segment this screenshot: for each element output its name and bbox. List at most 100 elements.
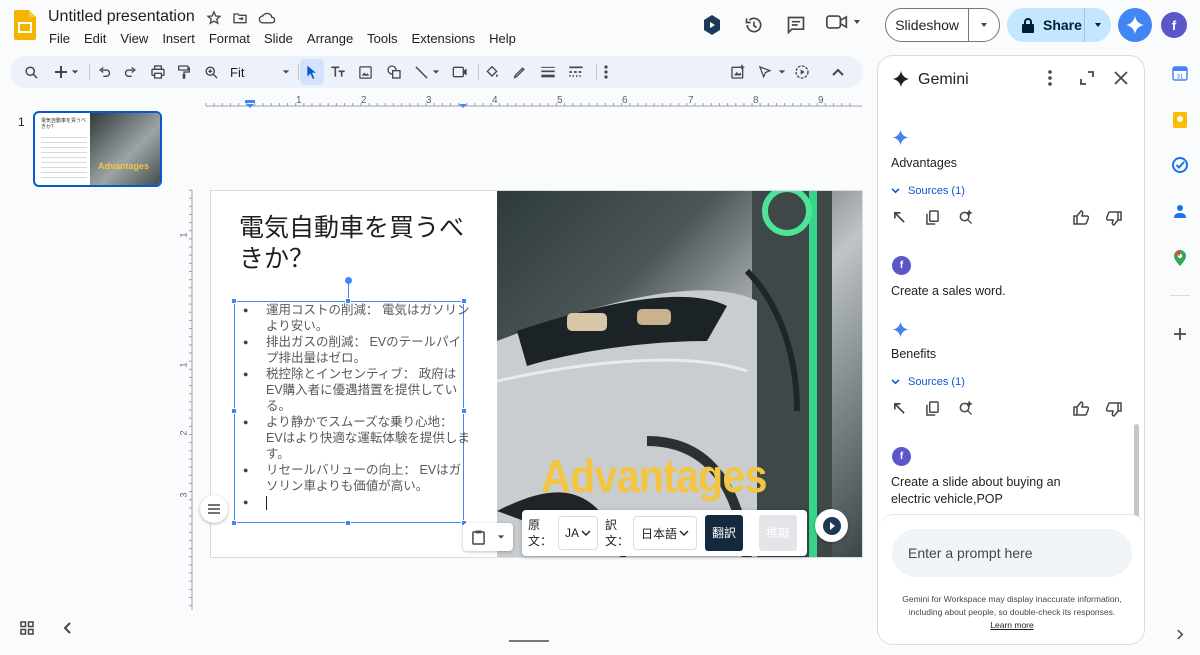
addon-hexagon-icon[interactable] bbox=[694, 7, 730, 43]
shape-icon[interactable] bbox=[386, 56, 402, 88]
slideshow-label[interactable]: Slideshow bbox=[886, 9, 970, 41]
panel-more-icon[interactable] bbox=[1048, 70, 1052, 86]
paste-options[interactable] bbox=[463, 523, 513, 551]
line-icon[interactable] bbox=[414, 56, 429, 88]
rotate-handle[interactable] bbox=[345, 277, 352, 284]
copy-icon[interactable] bbox=[926, 401, 939, 416]
gemini-sparkle-button[interactable] bbox=[1118, 8, 1152, 42]
resize-handle[interactable] bbox=[231, 298, 237, 304]
translate-addon-icon[interactable] bbox=[815, 509, 848, 542]
search-menus-icon[interactable] bbox=[24, 56, 39, 88]
resize-handle[interactable] bbox=[231, 408, 237, 414]
bullet-item[interactable]: 運用コストの削減： 電気はガソリンより安い。 bbox=[241, 302, 471, 334]
history-icon[interactable] bbox=[736, 7, 772, 43]
pointer-chevron-icon[interactable] bbox=[778, 56, 786, 88]
collapse-filmstrip-chevron-icon[interactable] bbox=[63, 622, 71, 634]
paste-chevron-icon[interactable] bbox=[493, 533, 509, 541]
learn-more-link[interactable]: Learn more bbox=[990, 620, 1033, 630]
share-chevron-icon[interactable] bbox=[1084, 8, 1103, 42]
source-language-select[interactable]: JA bbox=[558, 516, 598, 550]
refine-search-icon[interactable] bbox=[958, 210, 973, 225]
resize-handle[interactable] bbox=[345, 520, 351, 526]
slide-thumbnail-1[interactable]: 電気自動車を買うべきか？ Advantages bbox=[33, 111, 162, 187]
menu-slide[interactable]: Slide bbox=[257, 31, 300, 46]
keep-icon[interactable] bbox=[1172, 111, 1188, 129]
calendar-icon[interactable]: 31 bbox=[1172, 65, 1188, 81]
menu-edit[interactable]: Edit bbox=[77, 31, 113, 46]
bullet-item[interactable]: より静かでスムーズな乗り心地： EVはより快適な運転体験を提供します。 bbox=[241, 414, 471, 462]
resize-handle[interactable] bbox=[231, 520, 237, 526]
expand-panel-icon[interactable] bbox=[1080, 71, 1094, 85]
grid-view-icon[interactable] bbox=[20, 621, 34, 635]
maps-icon[interactable] bbox=[1173, 249, 1187, 267]
add-addon-plus-icon[interactable] bbox=[1174, 328, 1186, 340]
border-weight-icon[interactable] bbox=[540, 56, 556, 88]
bullet-list[interactable]: 運用コストの削減： 電気はガソリンより安い。 排出ガスの削減： EVのテールパイ… bbox=[241, 302, 471, 510]
menu-tools[interactable]: Tools bbox=[360, 31, 404, 46]
meet-button[interactable] bbox=[826, 14, 862, 30]
print-icon[interactable] bbox=[150, 56, 166, 88]
border-dash-icon[interactable] bbox=[568, 56, 584, 88]
insert-video-icon[interactable] bbox=[452, 56, 468, 88]
translate-button[interactable]: 翻訳 bbox=[705, 515, 743, 551]
ev-charging-photo[interactable]: Advantages bbox=[497, 191, 862, 557]
clipboard-icon[interactable] bbox=[463, 530, 493, 545]
slides-logo-icon[interactable] bbox=[14, 10, 36, 42]
menu-format[interactable]: Format bbox=[202, 31, 257, 46]
pointer-select-icon[interactable] bbox=[758, 56, 773, 88]
move-folder-icon[interactable] bbox=[232, 10, 248, 26]
share-button[interactable]: Share bbox=[1007, 8, 1111, 42]
insert-image-icon[interactable] bbox=[358, 56, 373, 88]
copy-icon[interactable] bbox=[926, 210, 939, 225]
menu-help[interactable]: Help bbox=[482, 31, 523, 46]
menu-extensions[interactable]: Extensions bbox=[405, 31, 483, 46]
zoom-select[interactable]: Fit bbox=[230, 56, 290, 88]
insert-arrow-icon[interactable] bbox=[893, 402, 906, 415]
refine-button[interactable]: 推敲 bbox=[759, 515, 797, 551]
thumbs-down-icon[interactable] bbox=[1106, 402, 1122, 417]
more-options-icon[interactable] bbox=[604, 56, 608, 88]
insert-arrow-icon[interactable] bbox=[893, 211, 906, 224]
bullet-item[interactable]: 排出ガスの削減： EVのテールパイプ排出量はゼロ。 bbox=[241, 334, 471, 366]
thumbs-up-icon[interactable] bbox=[1073, 401, 1089, 416]
sources-toggle[interactable]: Sources (1) bbox=[891, 376, 965, 388]
thumbs-up-icon[interactable] bbox=[1073, 210, 1089, 225]
collapse-toolbar-chevron-up-icon[interactable] bbox=[832, 56, 844, 88]
select-cursor-icon[interactable] bbox=[300, 59, 324, 85]
prompt-input[interactable]: Enter a prompt here bbox=[892, 529, 1132, 577]
line-chevron-icon[interactable] bbox=[432, 56, 440, 88]
account-avatar[interactable]: f bbox=[1161, 12, 1187, 38]
show-side-panel-chevron-icon[interactable] bbox=[1177, 629, 1184, 640]
slide-title[interactable]: 電気自動車を買うべきか？ bbox=[239, 213, 479, 275]
menu-arrange[interactable]: Arrange bbox=[300, 31, 360, 46]
zoom-icon[interactable] bbox=[204, 56, 219, 88]
tasks-icon[interactable] bbox=[1172, 157, 1188, 173]
thumbs-down-icon[interactable] bbox=[1106, 211, 1122, 226]
slide[interactable]: 電気自動車を買うべきか？ 運用コストの削減： 電気はガソリンより安い。 排出ガス… bbox=[210, 190, 863, 558]
refine-search-icon[interactable] bbox=[958, 401, 973, 416]
text-alignment-icon[interactable] bbox=[200, 495, 228, 523]
add-image-plus-icon[interactable] bbox=[730, 56, 746, 88]
document-title[interactable]: Untitled presentation bbox=[48, 8, 195, 26]
slideshow-button[interactable]: Slideshow bbox=[885, 8, 1000, 42]
close-panel-icon[interactable] bbox=[1114, 71, 1128, 85]
fill-color-icon[interactable] bbox=[484, 56, 500, 88]
text-box-icon[interactable] bbox=[330, 56, 346, 88]
slideshow-options-chevron-icon[interactable] bbox=[969, 20, 999, 30]
panel-scrollbar[interactable] bbox=[1134, 424, 1139, 520]
animation-icon[interactable] bbox=[794, 56, 810, 88]
target-language-select[interactable]: 日本語 bbox=[633, 516, 697, 550]
menu-insert[interactable]: Insert bbox=[155, 31, 202, 46]
vertical-ruler[interactable]: 1 1 2 3 bbox=[179, 110, 194, 635]
menu-file[interactable]: File bbox=[42, 31, 77, 46]
menu-view[interactable]: View bbox=[113, 31, 155, 46]
new-slide-chevron-icon[interactable] bbox=[71, 56, 79, 88]
paint-format-icon[interactable] bbox=[176, 56, 192, 88]
border-color-icon[interactable] bbox=[512, 56, 527, 88]
undo-icon[interactable] bbox=[97, 56, 112, 88]
cloud-status-icon[interactable] bbox=[258, 10, 276, 26]
new-slide-plus-icon[interactable] bbox=[54, 56, 68, 88]
contacts-icon[interactable] bbox=[1172, 203, 1188, 219]
bullet-item[interactable]: リセールバリューの向上： EVはガソリン車よりも価値が高い。 bbox=[241, 462, 471, 494]
resize-grip[interactable] bbox=[509, 640, 549, 642]
